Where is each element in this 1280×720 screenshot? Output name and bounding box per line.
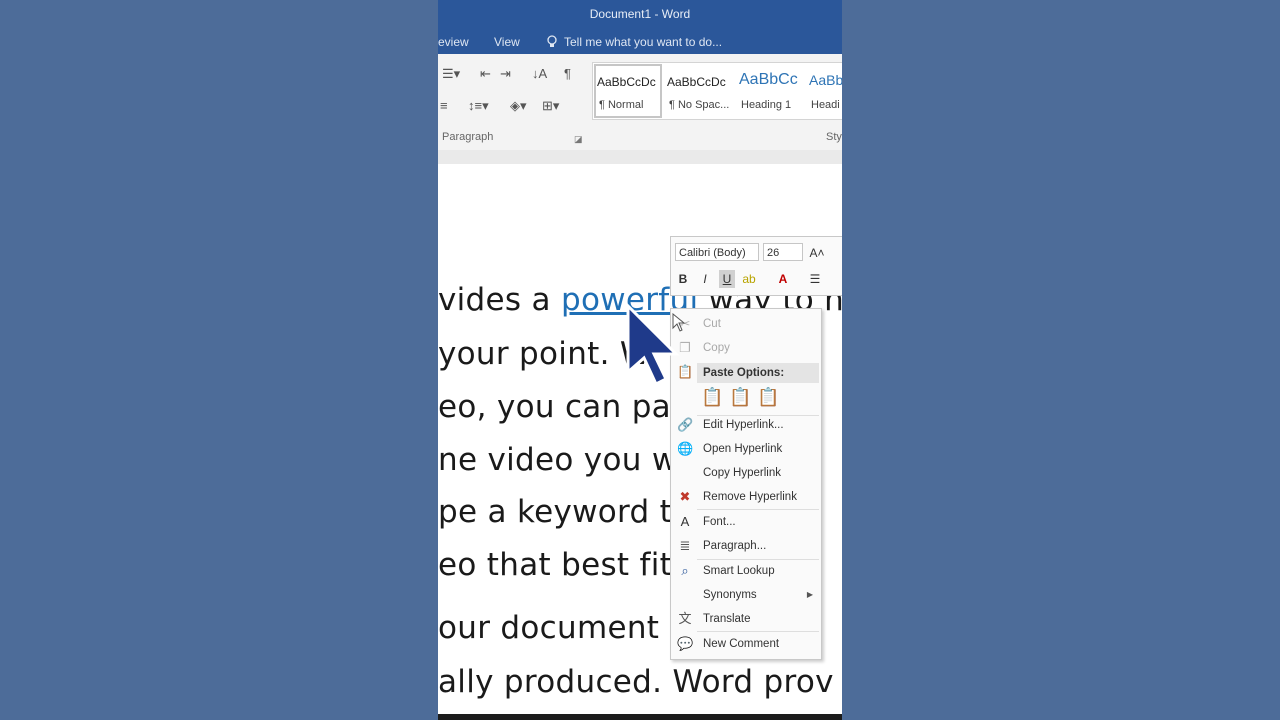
grow-font-icon[interactable]: A˄ [809, 244, 825, 262]
menu-translate[interactable]: 文 Translate [671, 609, 821, 631]
doc-line-5: pe a keyword t [438, 494, 673, 530]
styles-gallery: AaBbCcDc ¶ Normal AaBbCcDc ¶ No Spac... … [592, 62, 842, 120]
left-background [0, 0, 438, 720]
doc-line-3: eo, you can pa [438, 389, 671, 425]
style-heading-2[interactable]: AaBb Headi [805, 63, 842, 119]
menu-cut[interactable]: ✂ Cut [671, 314, 821, 336]
style-sample: AaBbCcDc [597, 75, 656, 89]
menu-label: Font... [703, 516, 736, 528]
doc-line-4: ne video you wa [438, 442, 697, 478]
style-normal[interactable]: AaBbCcDc ¶ Normal [593, 63, 663, 119]
decrease-indent-icon[interactable]: ⇤ [480, 66, 491, 82]
menu-separator [697, 509, 819, 510]
doc-line-6: eo that best fit [438, 547, 673, 583]
lightbulb-icon [546, 35, 558, 52]
smart-lookup-icon: ⌕ [681, 563, 689, 578]
context-menu: ✂ Cut ❐ Copy 📋 Paste Options: 📋 📋 📋 🔗 Ed… [670, 308, 822, 660]
menu-copy[interactable]: ❐ Copy [671, 338, 821, 360]
tab-view[interactable]: View [494, 35, 520, 49]
styles-group-label: Sty [826, 131, 842, 143]
menu-copy-hyperlink[interactable]: Copy Hyperlink [671, 463, 821, 485]
paste-merge-formatting-icon[interactable]: 📋 [729, 387, 751, 411]
menu-label: Synonyms [703, 589, 757, 601]
word-window: Document1 - Word eview View Tell me what… [438, 0, 842, 720]
doc-line-2: your point. W [438, 336, 651, 372]
menu-remove-hyperlink[interactable]: ✖ Remove Hyperlink [671, 487, 821, 509]
tell-me-search[interactable]: Tell me what you want to do... [564, 35, 722, 49]
ribbon: ☰▾ ⇤ ⇥ ↓A ¶ ≡ ↕≡▾ ◈▾ ⊞▾ Paragraph ◪ AaBb… [438, 54, 842, 151]
small-pointer-icon [672, 313, 686, 332]
menu-label: Open Hyperlink [703, 443, 783, 455]
menu-smart-lookup[interactable]: ⌕ Smart Lookup [671, 561, 821, 583]
edit-hyperlink-icon: 🔗 [677, 417, 694, 432]
menu-separator [697, 559, 819, 560]
doc-line-8: ally produced. Word prov [438, 664, 834, 700]
mini-toolbar: Calibri (Body) 26 A˄ B I U ab A ☰ [670, 236, 842, 296]
style-name: ¶ No Spac... [669, 99, 730, 111]
borders-icon[interactable]: ⊞▾ [542, 98, 559, 114]
menu-paragraph[interactable]: ≣ Paragraph... [671, 536, 821, 558]
style-name: Heading 1 [741, 99, 792, 111]
remove-hyperlink-icon: ✖ [679, 489, 691, 504]
dialog-launcher-icon[interactable]: ◪ [574, 134, 583, 145]
menu-label: Edit Hyperlink... [703, 419, 784, 431]
doc-line-7: our document [438, 610, 660, 646]
paragraph-icon: ≣ [679, 538, 691, 553]
tab-review[interactable]: eview [438, 35, 469, 49]
bold-button[interactable]: B [675, 270, 691, 288]
style-heading-1[interactable]: AaBbCc Heading 1 [735, 63, 805, 119]
translate-icon: 文 [678, 611, 692, 626]
menu-label: Paragraph... [703, 540, 767, 552]
justify-icon[interactable]: ≡ [440, 98, 448, 113]
new-comment-icon: 💬 [677, 636, 694, 651]
style-name: Headi [811, 99, 840, 111]
multilevel-list-icon[interactable]: ☰▾ [442, 66, 460, 82]
ribbon-tabs: eview View Tell me what you want to do..… [438, 28, 842, 54]
title-bar: Document1 - Word [438, 0, 842, 28]
menu-edit-hyperlink[interactable]: 🔗 Edit Hyperlink... [671, 415, 821, 437]
submenu-arrow-icon: ▶ [806, 590, 813, 599]
menu-label: Copy Hyperlink [703, 467, 781, 479]
style-no-spacing[interactable]: AaBbCcDc ¶ No Spac... [663, 63, 733, 119]
menu-new-comment[interactable]: 💬 New Comment [671, 634, 821, 656]
paragraph-group-label: Paragraph [442, 131, 494, 143]
shading-icon[interactable]: ◈▾ [510, 98, 527, 114]
line-spacing-icon[interactable]: ↕≡▾ [468, 98, 489, 114]
menu-label: Translate [703, 613, 751, 625]
italic-button[interactable]: I [697, 270, 713, 288]
menu-separator [697, 631, 819, 632]
menu-label: Remove Hyperlink [703, 491, 797, 503]
paste-options: 📋 📋 📋 [701, 387, 811, 413]
menu-open-hyperlink[interactable]: 🌐 Open Hyperlink [671, 439, 821, 461]
pilcrow-icon[interactable]: ¶ [564, 66, 571, 81]
font-size-dropdown[interactable]: 26 [763, 243, 803, 261]
font-color-icon[interactable]: A [775, 270, 791, 288]
font-name-dropdown[interactable]: Calibri (Body) [675, 243, 759, 261]
menu-label: Smart Lookup [703, 565, 775, 577]
menu-label: Cut [703, 318, 721, 330]
paste-keep-formatting-icon[interactable]: 📋 [701, 387, 723, 411]
menu-label: New Comment [703, 638, 780, 650]
increase-indent-icon[interactable]: ⇥ [500, 66, 511, 82]
highlight-icon[interactable]: ab [741, 270, 757, 288]
document-gap [438, 150, 842, 164]
style-name: ¶ Normal [599, 99, 644, 111]
paste-text-only-icon[interactable]: 📋 [757, 387, 779, 411]
menu-font[interactable]: A Font... [671, 512, 821, 534]
menu-synonyms[interactable]: Synonyms ▶ [671, 585, 821, 607]
bottom-edge [438, 714, 842, 720]
paste-options-header: Paste Options: [697, 363, 819, 383]
copy-hyperlink-icon [677, 465, 693, 481]
open-hyperlink-icon: 🌐 [677, 441, 694, 456]
style-sample: AaBb [809, 72, 842, 88]
bullets-icon[interactable]: ☰ [807, 270, 823, 288]
style-sample: AaBbCc [739, 71, 798, 88]
sort-icon[interactable]: ↓A [532, 66, 547, 81]
style-sample: AaBbCcDc [667, 75, 726, 89]
doc-text: vides a [438, 282, 561, 318]
underline-button[interactable]: U [719, 270, 735, 288]
font-icon: A [680, 514, 690, 529]
right-background [842, 0, 1280, 720]
menu-label: Copy [703, 342, 730, 354]
